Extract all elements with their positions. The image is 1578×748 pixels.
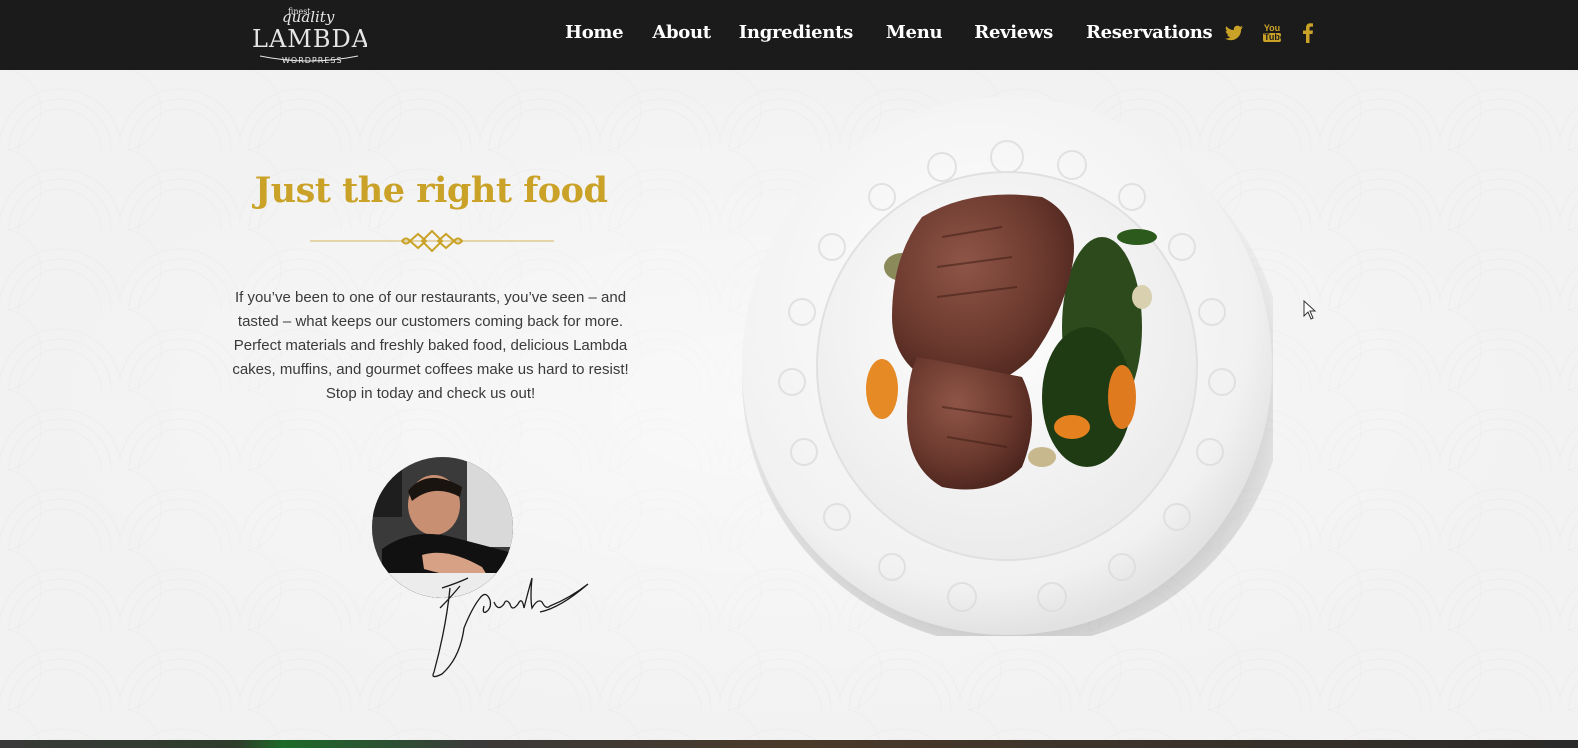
next-section-preview bbox=[0, 740, 1578, 748]
lambda-logo[interactable]: finest quality LAMBDA WORDPRESS bbox=[252, 2, 367, 68]
logo-sub-text: WORDPRESS bbox=[282, 56, 343, 65]
social-links: You Tube bbox=[1225, 18, 1313, 48]
hero-section: Just the right food If you’ve been to on… bbox=[0, 70, 1578, 740]
facebook-icon[interactable] bbox=[1303, 23, 1313, 43]
nav-item-ingredients[interactable]: Ingredients bbox=[739, 22, 853, 43]
intro-paragraph: If you’ve been to one of our restaurants… bbox=[232, 289, 629, 402]
nav-item-about[interactable]: About bbox=[652, 22, 711, 43]
section-title: Just the right food bbox=[254, 170, 608, 211]
ornament-divider bbox=[310, 229, 554, 253]
nav-item-menu[interactable]: Menu bbox=[886, 22, 943, 43]
top-navigation-bar: finest quality LAMBDA WORDPRESS Home Abo… bbox=[0, 0, 1578, 70]
logo-script-text: quality bbox=[282, 8, 335, 26]
nav-item-home[interactable]: Home bbox=[565, 22, 624, 43]
main-nav: Home About Ingredients Menu Reviews Rese… bbox=[565, 0, 1213, 64]
chef-signature bbox=[432, 577, 589, 678]
mouse-cursor-icon bbox=[1303, 300, 1317, 320]
twitter-icon[interactable] bbox=[1225, 25, 1243, 41]
youtube-icon[interactable]: You Tube bbox=[1263, 24, 1285, 42]
featured-dish-image bbox=[742, 97, 1286, 647]
nav-item-reservations[interactable]: Reservations bbox=[1086, 22, 1213, 43]
youtube-label-bottom: Tube bbox=[1263, 32, 1285, 42]
logo-brand-text: LAMBDA bbox=[252, 25, 367, 53]
nav-item-reviews[interactable]: Reviews bbox=[974, 22, 1053, 43]
